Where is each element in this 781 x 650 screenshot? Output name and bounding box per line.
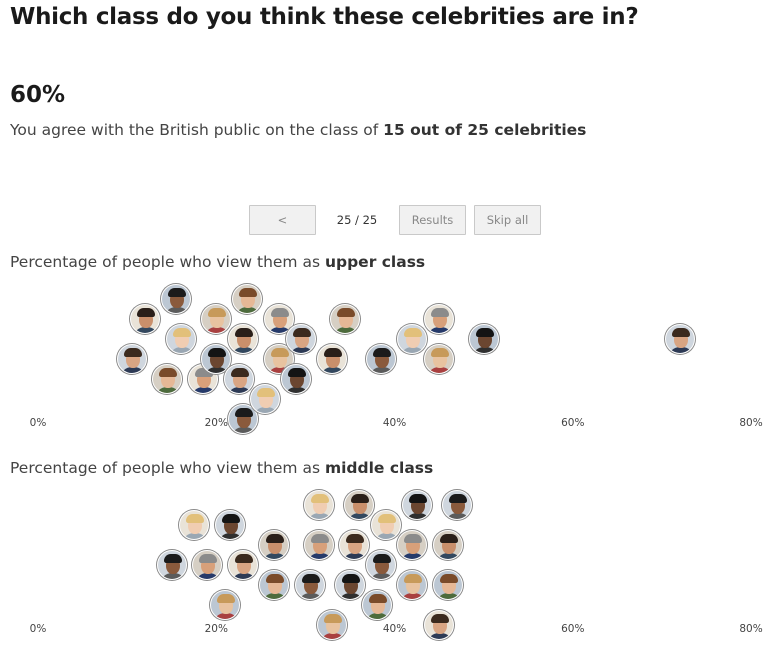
agreement-score: 60%	[10, 82, 66, 108]
upper-celebrity-photo[interactable]	[424, 344, 455, 374]
middle-axis-tick-label: 0%	[29, 623, 47, 635]
upper-axis-tick-label: 20%	[204, 417, 228, 429]
upper-celebrity-photo[interactable]	[330, 304, 361, 334]
upper-axis-tick-label: 40%	[382, 417, 407, 429]
upper-celebrity-photo[interactable]	[317, 344, 348, 374]
middle-celebrity-photo[interactable]	[339, 530, 370, 560]
results-button[interactable]: Results	[399, 205, 466, 235]
upper-axis-tick-label: 60%	[561, 417, 585, 429]
middle-celebrity-photo[interactable]	[210, 590, 241, 620]
middle-celebrity-photo[interactable]	[294, 570, 325, 600]
middle-celebrity-photo[interactable]	[361, 590, 392, 620]
upper-celebrity-photo[interactable]	[129, 304, 160, 334]
quiz-navigation: < 25 / 25 Results Skip all	[0, 205, 781, 237]
upper-celebrity-photo[interactable]	[201, 304, 232, 334]
upper-celebrity-photo[interactable]	[281, 364, 312, 394]
middle-celebrity-photo[interactable]	[214, 510, 245, 540]
upper-celebrity-photo[interactable]	[468, 324, 499, 354]
upper-class-beeswarm: 0% 20% 40% 60% 80%	[0, 280, 781, 434]
middle-celebrity-photo[interactable]	[227, 550, 258, 580]
upper-heading-prefix: Percentage of people who view them as	[10, 253, 325, 271]
middle-axis-tick-label: 40%	[382, 623, 407, 635]
upper-celebrity-photo[interactable]	[366, 344, 397, 374]
middle-celebrity-photo[interactable]	[334, 570, 365, 600]
upper-celebrity-photo[interactable]	[116, 344, 147, 374]
middle-celebrity-photo[interactable]	[259, 530, 290, 560]
middle-class-beeswarm: 0% 20% 40% 60% 80%	[0, 486, 781, 640]
middle-celebrity-photo[interactable]	[317, 610, 348, 640]
middle-axis-tick-label: 20%	[204, 623, 228, 635]
upper-class-heading: Percentage of people who view them as up…	[10, 253, 425, 271]
question-counter: 25 / 25	[336, 213, 378, 227]
upper-celebrity-photo[interactable]	[424, 304, 455, 334]
middle-heading-class: middle class	[324, 459, 434, 477]
middle-celebrity-photo[interactable]	[370, 510, 401, 540]
middle-celebrity-photo[interactable]	[366, 550, 397, 580]
middle-celebrity-photo[interactable]	[178, 510, 209, 540]
agreement-summary: You agree with the British public on the…	[10, 121, 586, 139]
upper-celebrity-photo[interactable]	[397, 324, 428, 354]
middle-celebrity-photo[interactable]	[259, 570, 290, 600]
middle-heading-prefix: Percentage of people who view them as	[10, 459, 325, 477]
middle-celebrity-photo[interactable]	[156, 550, 187, 580]
upper-celebrity-photo[interactable]	[165, 324, 196, 354]
middle-celebrity-photo[interactable]	[432, 570, 463, 600]
middle-axis-tick-label: 60%	[561, 623, 585, 635]
skip-all-button[interactable]: Skip all	[474, 205, 541, 235]
upper-celebrity-photo[interactable]	[250, 384, 281, 414]
upper-celebrity-photo[interactable]	[664, 324, 695, 354]
middle-celebrity-photo[interactable]	[303, 530, 334, 560]
upper-axis-tick-label: 80%	[739, 417, 763, 429]
middle-class-heading: Percentage of people who view them as mi…	[10, 459, 433, 477]
page-title: Which class do you think these celebriti…	[10, 4, 639, 30]
middle-celebrity-photo[interactable]	[343, 490, 374, 520]
middle-celebrity-photo[interactable]	[424, 610, 455, 640]
upper-celebrity-photo[interactable]	[223, 364, 254, 394]
middle-celebrity-photo[interactable]	[401, 490, 432, 520]
middle-celebrity-photo[interactable]	[192, 550, 223, 580]
middle-axis-tick-label: 80%	[739, 623, 763, 635]
upper-celebrity-photo[interactable]	[232, 284, 263, 314]
agreement-prefix: You agree with the British public on the…	[10, 121, 384, 139]
middle-celebrity-photo[interactable]	[303, 490, 334, 520]
middle-celebrity-photo[interactable]	[441, 490, 472, 520]
middle-celebrity-photo[interactable]	[397, 530, 428, 560]
agreement-count: 15 out of 25 celebrities	[383, 121, 587, 139]
previous-button[interactable]: <	[249, 205, 316, 235]
upper-celebrity-photo[interactable]	[152, 364, 183, 394]
upper-celebrity-photo[interactable]	[161, 284, 192, 314]
upper-axis-tick-label: 0%	[29, 417, 47, 429]
middle-celebrity-photo[interactable]	[397, 570, 428, 600]
middle-celebrity-photo[interactable]	[432, 530, 463, 560]
upper-celebrity-photo[interactable]	[227, 324, 258, 354]
upper-celebrity-photo[interactable]	[285, 324, 316, 354]
upper-heading-class: upper class	[324, 253, 426, 271]
